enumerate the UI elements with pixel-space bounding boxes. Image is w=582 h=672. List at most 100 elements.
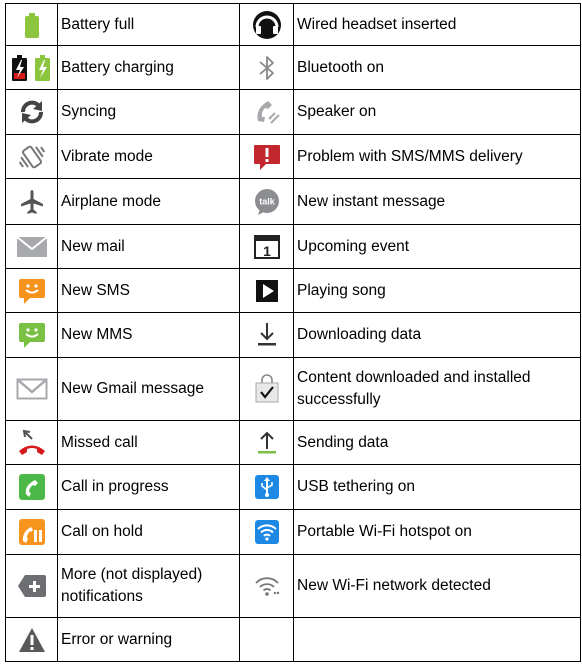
icon-description-battery-charging: Battery charging bbox=[61, 58, 174, 76]
right-icon-cell bbox=[239, 420, 294, 465]
gmail-icon bbox=[6, 377, 57, 401]
table-row: Call in progress USB tethering on bbox=[5, 464, 581, 510]
right-label-cell: New instant message bbox=[293, 178, 581, 225]
left-label-cell: Call in progress bbox=[57, 464, 240, 510]
icon-description-new-mms: New MMS bbox=[61, 326, 133, 344]
right-label-cell: Downloading data bbox=[293, 312, 581, 358]
icon-description-new-sms: New SMS bbox=[61, 281, 130, 299]
right-label-cell: Speaker on bbox=[293, 89, 581, 135]
icon-description-content-downloaded-and-installed-successfully: Content downloaded and installed success… bbox=[297, 369, 531, 408]
icon-description-speaker-on: Speaker on bbox=[297, 103, 377, 121]
call-on-hold-icon bbox=[6, 517, 57, 547]
table-row: New mail 1 Upcoming event bbox=[5, 224, 581, 269]
calendar-icon: 1 bbox=[240, 234, 293, 260]
battery-charging-icon bbox=[6, 53, 57, 83]
left-icon-cell bbox=[5, 178, 58, 225]
left-icon-cell bbox=[5, 509, 58, 555]
left-label-cell: Error or warning bbox=[57, 617, 240, 662]
table-row: Vibrate mode Problem with SMS/MMS deliver… bbox=[5, 134, 581, 179]
sms-icon bbox=[6, 277, 57, 305]
right-label-cell: Portable Wi-Fi hotspot on bbox=[293, 509, 581, 555]
right-label-cell: Bluetooth on bbox=[293, 45, 581, 90]
airplane-icon bbox=[6, 188, 57, 216]
left-label-cell: Missed call bbox=[57, 420, 240, 465]
table-row: Error or warning bbox=[5, 617, 581, 662]
right-label-cell: USB tethering on bbox=[293, 464, 581, 510]
icon-description-new-wi-fi-network-detected: New Wi-Fi network detected bbox=[297, 577, 491, 595]
right-icon-cell: talk bbox=[239, 178, 294, 225]
right-icon-cell bbox=[239, 464, 294, 510]
wired-headset-icon bbox=[240, 9, 293, 41]
right-icon-cell bbox=[239, 134, 294, 179]
icon-description-error-or-warning: Error or warning bbox=[61, 630, 173, 648]
right-icon-cell: 1 bbox=[239, 224, 294, 269]
left-label-cell: New Gmail message bbox=[57, 357, 240, 421]
left-label-cell: Vibrate mode bbox=[57, 134, 240, 179]
status-icons-table: Battery full Wired headset inserted Batter… bbox=[5, 3, 581, 662]
missed-call-icon bbox=[6, 428, 57, 458]
right-icon-cell bbox=[239, 45, 294, 90]
right-label-cell: Playing song bbox=[293, 268, 581, 313]
call-in-progress-icon bbox=[6, 472, 57, 502]
icon-description-downloading-data: Downloading data bbox=[297, 326, 422, 344]
download-icon bbox=[240, 321, 293, 349]
install-complete-icon bbox=[240, 374, 293, 404]
icon-description-upcoming-event: Upcoming event bbox=[297, 237, 410, 255]
svg-text:1: 1 bbox=[263, 243, 271, 259]
mms-icon bbox=[6, 321, 57, 349]
right-label-cell bbox=[293, 617, 581, 662]
left-label-cell: Syncing bbox=[57, 89, 240, 135]
icon-description-problem-with-smsmms-delivery: Problem with SMS/MMS delivery bbox=[297, 147, 523, 165]
left-icon-cell bbox=[5, 224, 58, 269]
icon-description-wired-headset-inserted: Wired headset inserted bbox=[297, 15, 457, 33]
left-icon-cell bbox=[5, 45, 58, 90]
vibrate-icon bbox=[6, 142, 57, 172]
left-icon-cell bbox=[5, 312, 58, 358]
mail-icon bbox=[6, 235, 57, 259]
left-icon-cell bbox=[5, 617, 58, 662]
wifi-network-icon bbox=[240, 574, 293, 598]
bluetooth-icon bbox=[240, 53, 293, 83]
left-label-cell: Airplane mode bbox=[57, 178, 240, 225]
left-label-cell: New MMS bbox=[57, 312, 240, 358]
talk-icon: talk bbox=[240, 187, 293, 217]
icon-description-call-on-hold: Call on hold bbox=[61, 523, 143, 541]
icon-description-portable-wi-fi-hotspot-on: Portable Wi-Fi hotspot on bbox=[297, 523, 472, 541]
upload-icon bbox=[240, 429, 293, 457]
sms-problem-icon bbox=[240, 143, 293, 171]
left-icon-cell bbox=[5, 3, 58, 46]
table-row: Battery charging Bluetooth on bbox=[5, 45, 581, 90]
left-icon-cell bbox=[5, 89, 58, 135]
left-icon-cell bbox=[5, 554, 58, 618]
left-label-cell: New mail bbox=[57, 224, 240, 269]
speaker-icon bbox=[240, 97, 293, 127]
table-row: Missed call Sending data bbox=[5, 420, 581, 465]
left-label-cell: More (not displayed) notifications bbox=[57, 554, 240, 618]
wifi-hotspot-icon bbox=[240, 519, 293, 545]
icon-description-call-in-progress: Call in progress bbox=[61, 478, 169, 496]
right-label-cell: Sending data bbox=[293, 420, 581, 465]
icon-description-playing-song: Playing song bbox=[297, 281, 386, 299]
right-label-cell: New Wi-Fi network detected bbox=[293, 554, 581, 618]
icon-description-new-mail: New mail bbox=[61, 237, 125, 255]
svg-text:talk: talk bbox=[259, 196, 276, 206]
right-icon-cell bbox=[239, 3, 294, 46]
play-icon bbox=[240, 279, 293, 303]
right-label-cell: Problem with SMS/MMS delivery bbox=[293, 134, 581, 179]
right-label-cell: Upcoming event bbox=[293, 224, 581, 269]
table-row: Battery full Wired headset inserted bbox=[5, 3, 581, 46]
left-icon-cell bbox=[5, 464, 58, 510]
right-icon-cell bbox=[239, 312, 294, 358]
icon-description-usb-tethering-on: USB tethering on bbox=[297, 478, 416, 496]
icon-description-sending-data: Sending data bbox=[297, 433, 389, 451]
icon-description-battery-full: Battery full bbox=[61, 15, 135, 33]
table-row: New MMS Downloading data bbox=[5, 312, 581, 358]
left-icon-cell bbox=[5, 134, 58, 179]
left-label-cell: Battery charging bbox=[57, 45, 240, 90]
icon-description-vibrate-mode: Vibrate mode bbox=[61, 147, 153, 165]
more-notifications-icon bbox=[6, 573, 57, 599]
left-icon-cell bbox=[5, 268, 58, 313]
icon-description-new-gmail-message: New Gmail message bbox=[61, 380, 204, 398]
battery-full-icon bbox=[6, 10, 57, 40]
left-icon-cell bbox=[5, 420, 58, 465]
